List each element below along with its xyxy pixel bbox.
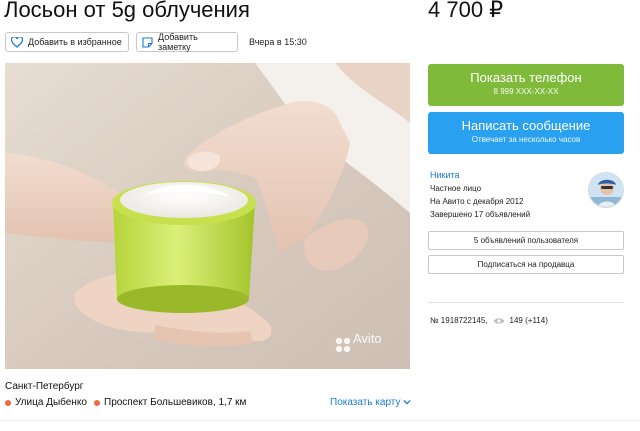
seller-completed: Завершено 17 объявлений xyxy=(430,210,531,219)
eye-icon xyxy=(493,317,505,324)
listing-photo[interactable]: Avito xyxy=(5,63,410,369)
write-message-label: Написать сообщение xyxy=(461,118,591,133)
response-time: Отвечает за несколько часов xyxy=(471,135,581,144)
show-map-link[interactable]: Показать карту xyxy=(330,397,411,408)
ad-number: № 1918722145, xyxy=(430,316,488,325)
subscribe-seller-button[interactable]: Подписаться на продавца xyxy=(428,255,624,274)
note-label: Добавить заметку xyxy=(158,32,198,52)
write-message-button[interactable]: Написать сообщение Отвечает за несколько… xyxy=(428,112,624,154)
metro-dot-icon xyxy=(94,399,100,406)
metro-station-1: Улица Дыбенко xyxy=(5,397,87,408)
seller-avatar[interactable] xyxy=(588,172,624,208)
note-icon xyxy=(142,36,153,48)
listing-price: 4 700 ₽ xyxy=(428,0,504,22)
avatar-image xyxy=(589,173,623,207)
seller-since: На Авито с декабря 2012 xyxy=(430,197,524,206)
chevron-down-icon xyxy=(403,399,411,405)
metro-dot-icon xyxy=(5,399,11,406)
metro-station-2: Проспект Большевиков, 1,7 км xyxy=(94,397,246,408)
metro-station-name: Улица Дыбенко xyxy=(15,397,87,408)
metro-station-name: Проспект Большевиков, 1,7 км xyxy=(104,397,247,408)
user-ads-button[interactable]: 5 объявлений пользователя xyxy=(428,231,624,250)
city: Санкт-Петербург xyxy=(5,381,84,392)
cream-jar-photo xyxy=(5,63,410,369)
seller-type: Частное лицо xyxy=(430,184,482,193)
heart-icon xyxy=(11,36,23,48)
seller-name-link[interactable]: Никита xyxy=(430,170,460,180)
add-to-favorites-button[interactable]: Добавить в избранное xyxy=(5,32,129,52)
bottom-divider xyxy=(0,420,640,421)
phone-mask: 8 999 XXX-XX-XX xyxy=(493,87,559,96)
show-phone-button[interactable]: Показать телефон 8 999 XXX-XX-XX xyxy=(428,64,624,106)
sidebar-divider xyxy=(428,302,624,303)
ad-meta: № 1918722145, 149 (+114) xyxy=(430,316,548,325)
watermark-text: Avito xyxy=(353,331,382,346)
show-phone-label: Показать телефон xyxy=(470,70,582,85)
show-map-label: Показать карту xyxy=(330,397,401,408)
add-note-button[interactable]: Добавить заметку xyxy=(136,32,238,52)
views-count: 149 (+114) xyxy=(509,316,548,325)
listing-title: Лосьон от 5g облучения xyxy=(4,0,250,22)
favorite-label: Добавить в избранное xyxy=(28,37,122,47)
published-date: Вчера в 15:30 xyxy=(249,37,307,47)
